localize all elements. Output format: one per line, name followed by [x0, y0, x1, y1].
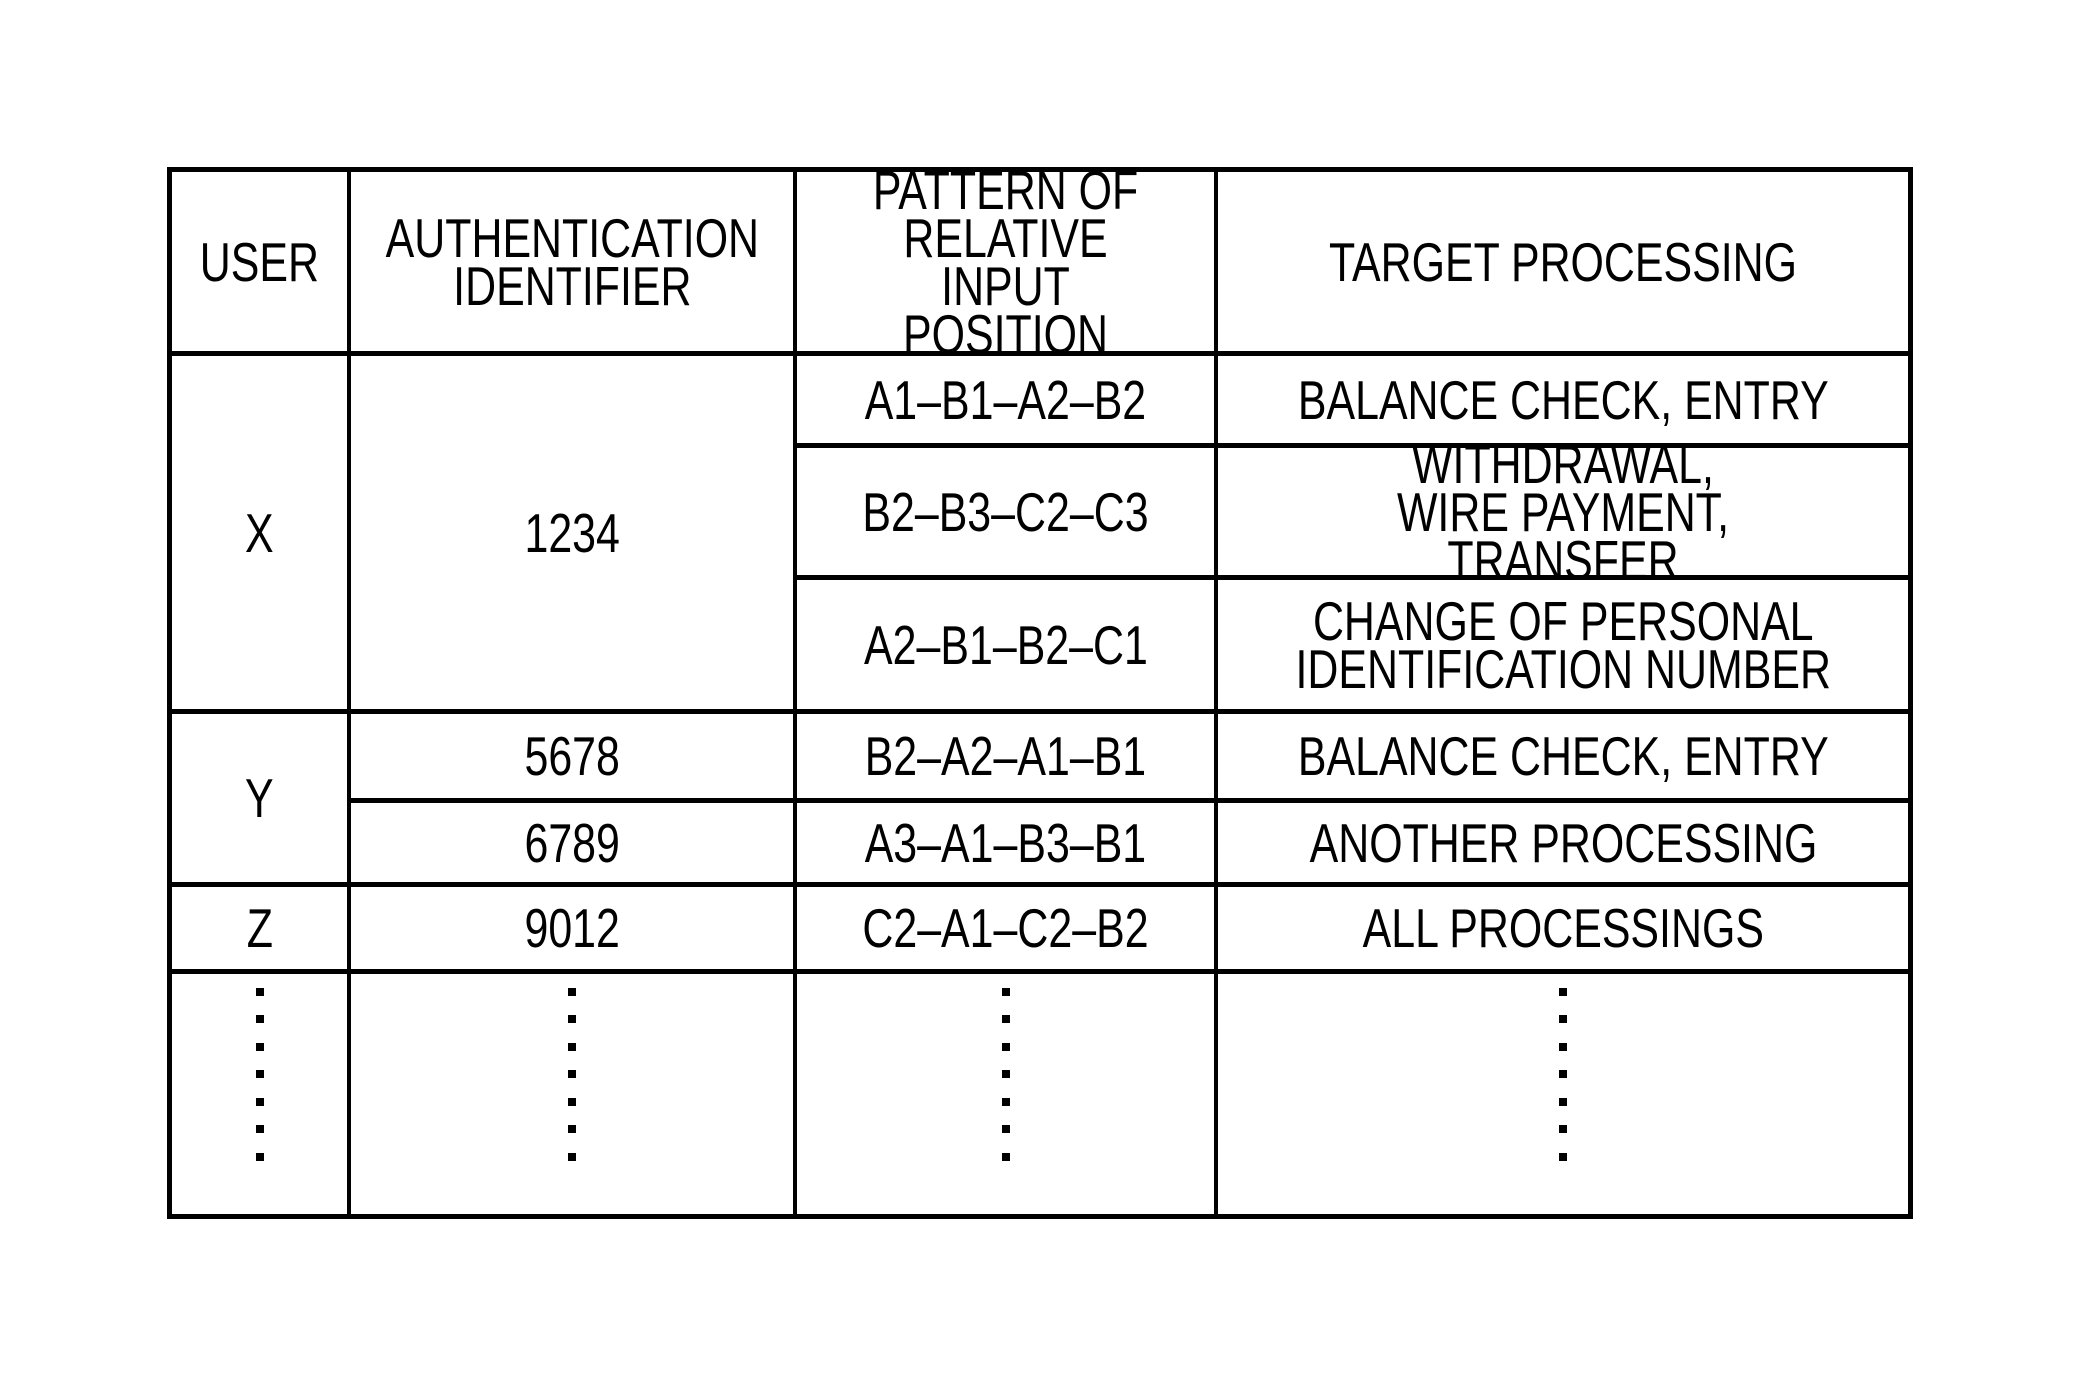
ellipsis-dot: [1559, 1070, 1567, 1078]
ellipsis-dot: [255, 1125, 264, 1133]
vertical-ellipsis-icon: [1001, 987, 1010, 1201]
ellipsis-dot: [568, 1125, 576, 1133]
ellipsis-dot: [1001, 1070, 1010, 1078]
pattern: C2–A1–C2–B2: [862, 897, 1149, 959]
header-user-label: USER: [199, 230, 320, 293]
header-auth-id-label: AUTHENTICATION IDENTIFIER: [385, 206, 759, 317]
ellipsis-dot: [1559, 1042, 1567, 1051]
auth-id-cell: 6789: [351, 803, 797, 887]
ellipsis-dot: [1559, 1125, 1567, 1133]
ellipsis-dot: [1559, 987, 1567, 996]
vertical-ellipsis-icon: [568, 987, 576, 1201]
target-processing: WITHDRAWAL, WIRE PAYMENT, TRANSFER: [1396, 432, 1730, 591]
auth-id-cell: 9012: [351, 887, 797, 974]
ellipsis-dot: [568, 1015, 576, 1023]
ellipsis-dot: [1001, 1125, 1010, 1133]
auth-id: 9012: [524, 897, 620, 959]
ellipsis-dot: [568, 987, 576, 996]
user-name: X: [245, 501, 274, 564]
auth-id-cell: 5678: [351, 714, 797, 803]
ellipsis-dot: [255, 1015, 264, 1023]
ellipsis-dot: [255, 1070, 264, 1078]
ellipsis-dot: [568, 1070, 576, 1078]
ellipsis-dot: [1559, 1015, 1567, 1023]
user-cell: X: [172, 356, 351, 714]
target-processing: BALANCE CHECK, ENTRY: [1297, 725, 1829, 787]
ellipsis-dot: [1001, 1042, 1010, 1051]
pattern-cell: B2–A2–A1–B1: [797, 714, 1218, 803]
authentication-pattern-table: USER AUTHENTICATION IDENTIFIER PATTERN O…: [167, 162, 1913, 1219]
ellipsis-dot: [1001, 1097, 1010, 1106]
pattern-cell: C2–A1–C2–B2: [797, 887, 1218, 974]
pattern-cell: A2–B1–B2–C1: [797, 580, 1218, 714]
pattern-cell: A1–B1–A2–B2: [797, 356, 1218, 448]
auth-id-cell: 1234: [351, 356, 797, 714]
auth-id: 6789: [524, 811, 620, 874]
ellipsis-dot: [1559, 1152, 1567, 1161]
user-name: Z: [246, 897, 273, 959]
pattern: A3–A1–B3–B1: [864, 811, 1147, 874]
vertical-ellipsis-icon: [1559, 987, 1567, 1201]
continuation-cell: [351, 974, 797, 1214]
ellipsis-dot: [568, 1042, 576, 1051]
continuation-cell: [797, 974, 1218, 1214]
continuation-cell: [172, 974, 351, 1214]
pattern: A1–B1–A2–B2: [864, 368, 1147, 431]
user-cell: Y: [172, 714, 351, 887]
target-cell: BALANCE CHECK, ENTRY: [1218, 714, 1908, 803]
auth-id: 1234: [524, 501, 620, 564]
continuation-cell: [1218, 974, 1908, 1214]
user-name: Y: [245, 767, 274, 829]
header-pattern: PATTERN OF RELATIVE INPUT POSITION: [797, 162, 1218, 361]
ellipsis-dot: [255, 1097, 264, 1106]
header-authentication-identifier: AUTHENTICATION IDENTIFIER: [351, 172, 797, 356]
pattern: A2–B1–B2–C1: [863, 613, 1148, 676]
ellipsis-dot: [568, 1097, 576, 1106]
ellipsis-dot: [1001, 1015, 1010, 1023]
pattern: B2–A2–A1–B1: [864, 725, 1147, 787]
target-processing: CHANGE OF PERSONAL IDENTIFICATION NUMBER: [1295, 589, 1831, 700]
header-target-processing: TARGET PROCESSING: [1218, 172, 1908, 356]
pattern-cell: B2–B3–C2–C3: [797, 448, 1218, 580]
vertical-ellipsis-icon: [255, 987, 264, 1201]
ellipsis-dot: [255, 987, 264, 996]
target-processing: ANOTHER PROCESSING: [1309, 811, 1817, 874]
ellipsis-dot: [568, 1152, 576, 1161]
target-processing: ALL PROCESSINGS: [1362, 897, 1764, 959]
pattern: B2–B3–C2–C3: [862, 480, 1149, 543]
ellipsis-dot: [1001, 987, 1010, 996]
pattern-cell: A3–A1–B3–B1: [797, 803, 1218, 887]
target-processing: BALANCE CHECK, ENTRY: [1297, 368, 1829, 431]
ellipsis-dot: [1001, 1152, 1010, 1161]
ellipsis-dot: [255, 1152, 264, 1161]
ellipsis-dot: [255, 1042, 264, 1051]
header-target-label: TARGET PROCESSING: [1328, 230, 1797, 293]
ellipsis-dot: [1559, 1097, 1567, 1106]
auth-id: 5678: [524, 725, 620, 787]
target-cell: ANOTHER PROCESSING: [1218, 803, 1908, 887]
header-pattern-label: PATTERN OF RELATIVE INPUT POSITION: [872, 158, 1139, 365]
target-cell: ALL PROCESSINGS: [1218, 887, 1908, 974]
header-user: USER: [172, 172, 351, 356]
target-cell: CHANGE OF PERSONAL IDENTIFICATION NUMBER: [1218, 580, 1908, 714]
target-cell: WITHDRAWAL, WIRE PAYMENT, TRANSFER: [1218, 436, 1908, 587]
user-cell: Z: [172, 887, 351, 974]
